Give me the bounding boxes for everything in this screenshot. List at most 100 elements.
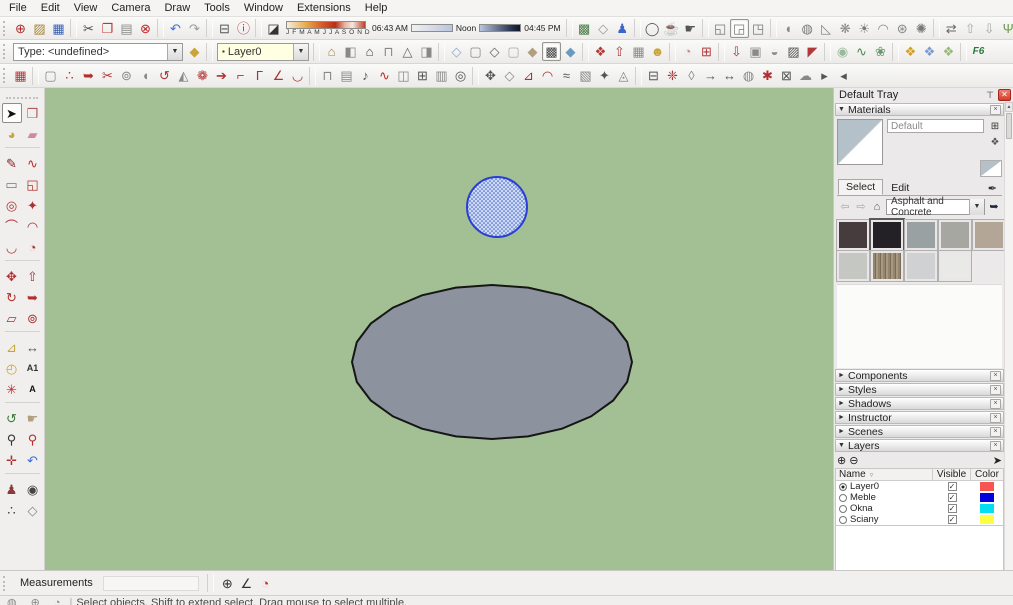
solid-tool-yellow-button[interactable]: ❖ (901, 42, 920, 61)
selected-circle-face[interactable] (466, 176, 528, 238)
plugin-tool-24-button[interactable]: ◇ (500, 66, 519, 85)
detail-tool-button[interactable]: ◒ (765, 42, 784, 61)
plugin-tool-12-button[interactable]: Γ (250, 66, 269, 85)
menu-window[interactable]: Window (237, 1, 290, 15)
organic-tool-3-button[interactable]: ❀ (871, 42, 890, 61)
look-around-tool-button[interactable]: ◉ (23, 479, 43, 499)
make-component-button[interactable]: ❒ (23, 103, 43, 123)
style-hidden-line-button[interactable]: ▢ (504, 42, 523, 61)
swatch-9[interactable] (938, 250, 972, 282)
shadow-toggle-button[interactable]: ◪ (264, 19, 283, 38)
section-close-icon[interactable]: × (990, 370, 1001, 381)
plugin-tool-19-button[interactable]: ◫ (394, 66, 413, 85)
toolbar-drag-handle[interactable] (3, 68, 8, 83)
paint-bucket-button[interactable]: ◕ (2, 124, 22, 144)
section-instructor-header[interactable]: ► Instructor × (835, 411, 1004, 424)
view-back-button[interactable]: △ (398, 42, 417, 61)
export-box-button[interactable]: ⇧ (961, 19, 980, 38)
plugin-tool-26-button[interactable]: ◠ (538, 66, 557, 85)
pan-tool-button[interactable]: ☛ (23, 408, 43, 428)
move-tool-button[interactable]: ✥ (2, 266, 22, 286)
undo-button[interactable]: ↶ (166, 19, 185, 38)
dimension-tool-button[interactable]: ↔ (23, 337, 43, 357)
toolbar-drag-handle[interactable] (3, 44, 8, 59)
style-back-edges-button[interactable]: ▢ (466, 42, 485, 61)
plugin-tool-22-button[interactable]: ◎ (451, 66, 470, 85)
back-arrow-icon[interactable]: ⇦ (838, 200, 852, 214)
style-xray-button[interactable]: ◇ (447, 42, 466, 61)
time-gradient-bar-pm[interactable] (479, 24, 522, 32)
plugin-tool-40-button[interactable]: ▸ (815, 66, 834, 85)
angular-dimension-button[interactable]: ◔ (256, 574, 275, 593)
print-button[interactable]: ⊟ (215, 19, 234, 38)
position-camera-tool-button[interactable]: ♟ (2, 479, 22, 499)
light-sphere-button[interactable]: ◍ (798, 19, 817, 38)
layer-radio[interactable] (839, 515, 847, 524)
threed-text-tool-button[interactable]: A (23, 379, 43, 399)
shadow-date-slider[interactable]: J F M A M J J A S O N D (286, 20, 370, 36)
plugin-tool-11-button[interactable]: ⌐ (231, 66, 250, 85)
view-top-button[interactable]: ⊓ (379, 42, 398, 61)
add-layer-icon[interactable]: ⊕ (837, 454, 846, 467)
pie-tool-button[interactable]: ◔ (23, 237, 43, 257)
cut-button[interactable]: ✂ (79, 19, 98, 38)
status-geolocation-icon[interactable]: ◍ (7, 597, 17, 605)
plugin-tool-41-button[interactable]: ◂ (834, 66, 853, 85)
protractor-compass-button[interactable]: ⊕ (218, 574, 237, 593)
tab-edit[interactable]: Edit (883, 180, 917, 195)
materials-collection-dropdown[interactable]: Asphalt and Concrete ▼ (886, 196, 985, 218)
layer-color-chip[interactable] (980, 504, 994, 513)
erase-button[interactable]: ⊗ (136, 19, 155, 38)
add-person-button[interactable]: ♟ (613, 19, 632, 38)
plugin-tool-33-button[interactable]: ◊ (682, 66, 701, 85)
protractor-tool-button[interactable]: ◴ (2, 358, 22, 378)
previous-view-tool-button[interactable]: ↶ (23, 450, 43, 470)
style-shaded-textures-button[interactable]: ▩ (542, 42, 561, 61)
zoom-window-tool-button[interactable]: ⚲ (23, 429, 43, 449)
light-cap-button[interactable]: ◖ (779, 19, 798, 38)
plugin-tool-10-button[interactable]: ➔ (212, 66, 231, 85)
rotated-rectangle-tool-button[interactable]: ◱ (23, 174, 43, 194)
section-components-header[interactable]: ► Components × (835, 369, 1004, 382)
details-arrow-icon[interactable]: ➥ (987, 200, 1001, 214)
swatch-4[interactable] (938, 219, 972, 251)
organic-tool-2-button[interactable]: ∿ (852, 42, 871, 61)
time-gradient-bar-am[interactable] (410, 24, 453, 32)
two-point-arc-tool-button[interactable]: ◠ (23, 216, 43, 236)
sandbox-from-scratch-button[interactable]: ⊞ (697, 42, 716, 61)
create-material-icon[interactable]: ❖ (988, 135, 1002, 149)
plugin-tool-32-button[interactable]: ❈ (663, 66, 682, 85)
layer-row[interactable]: Layer0 ✓ (836, 481, 1003, 492)
render-circle-button[interactable]: ◯ (643, 19, 662, 38)
view-right-button[interactable]: ◨ (417, 42, 436, 61)
section-close-icon[interactable]: × (990, 104, 1001, 115)
component-tool-2-button[interactable]: ⇧ (610, 42, 629, 61)
import-box-button[interactable]: ⇩ (980, 19, 999, 38)
copy-button[interactable]: ❐ (98, 19, 117, 38)
light-globe-button[interactable]: ⊛ (893, 19, 912, 38)
material-name-field[interactable]: Default (887, 119, 984, 133)
plugin-tool-38-button[interactable]: ⊠ (777, 66, 796, 85)
style-monochrome-button[interactable]: ◆ (561, 42, 580, 61)
angle-pencil-button[interactable]: ∠ (237, 574, 256, 593)
layer-color-chip[interactable] (980, 493, 994, 502)
plugin-tool-15-button[interactable]: ⊓ (318, 66, 337, 85)
visible-checkbox[interactable]: ✓ (947, 504, 957, 513)
layer-row[interactable]: Okna ✓ (836, 503, 1003, 514)
chevron-down-icon[interactable]: ▼ (293, 43, 308, 60)
layer-radio[interactable] (839, 493, 847, 502)
model-info-button[interactable]: ⓘ (234, 19, 253, 38)
new-file-button[interactable]: ⊕ (11, 19, 30, 38)
section-shadows-header[interactable]: ► Shadows × (835, 397, 1004, 410)
plugin-tool-20-button[interactable]: ⊞ (413, 66, 432, 85)
visible-checkbox[interactable]: ✓ (947, 515, 957, 524)
plugin-tool-34-button[interactable]: → (701, 66, 720, 85)
redo-button[interactable]: ↷ (185, 19, 204, 38)
menu-camera[interactable]: Camera (104, 1, 157, 15)
view-front-button[interactable]: ⌂ (360, 42, 379, 61)
plugin-tool-14-button[interactable]: ◡ (288, 66, 307, 85)
zoom-extents-tool-button[interactable]: ✛ (2, 450, 22, 470)
plugin-tool-5-button[interactable]: ⊚ (117, 66, 136, 85)
render-hand-button[interactable]: ☛ (681, 19, 700, 38)
menu-tools[interactable]: Tools (197, 1, 237, 15)
